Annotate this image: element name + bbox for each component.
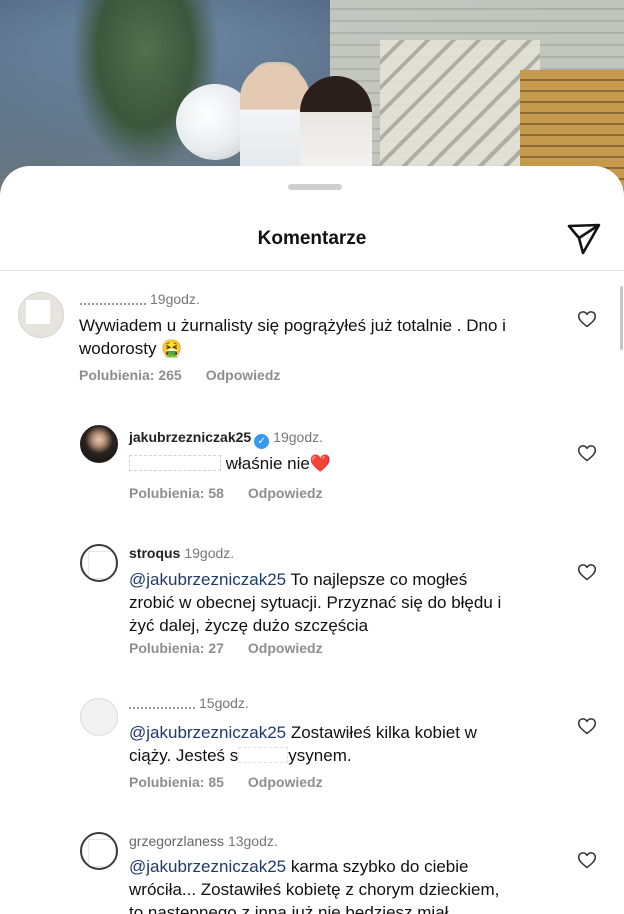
comment-time: 13godz.	[227, 833, 278, 849]
comment-text-line: wróciła... Zostawiłeś kobietę z chorym d…	[129, 880, 500, 899]
mention-link[interactable]: @jakubrzezniczak25	[129, 570, 286, 589]
comment-text-line: żyć dalej, życzę dużo szczęścia	[129, 616, 369, 635]
likes-count[interactable]: Polubienia: 265	[79, 367, 182, 383]
reply-button[interactable]: Odpowiedz	[206, 367, 281, 383]
comment-text-line: Zostawiłeś kilka kobiet w	[290, 723, 477, 742]
comment-username[interactable]: stroqus	[129, 545, 180, 561]
avatar[interactable]	[80, 832, 118, 870]
redacted-mention[interactable]	[129, 455, 221, 471]
comment-time: 19godz.	[184, 545, 235, 561]
redacted-username[interactable]	[129, 699, 195, 710]
comment-time: 19godz.	[150, 291, 200, 307]
comment-text-line: ciąży. Jesteś s	[129, 746, 239, 765]
avatar[interactable]	[80, 425, 118, 463]
heart-emoji: ❤️	[309, 454, 332, 473]
reply-button[interactable]: Odpowiedz	[248, 485, 323, 501]
comment-text-line: To najlepsze co mogłeś	[290, 570, 468, 589]
comment-username[interactable]: grzegorzlaness	[129, 833, 224, 849]
scrollbar[interactable]	[620, 286, 623, 350]
redacted-word	[238, 747, 289, 763]
sheet-drag-handle[interactable]	[288, 184, 342, 190]
comment-text-line: karma szybko do ciebie	[290, 857, 469, 876]
verified-badge-icon: ✓	[254, 434, 270, 449]
redacted-username[interactable]	[80, 295, 146, 306]
comment-time: 19godz.	[273, 429, 323, 445]
avatar[interactable]	[80, 544, 118, 582]
comment-time: 15godz.	[199, 695, 249, 711]
comment-text-line: to następnego z inną już nie będziesz mi…	[129, 903, 449, 914]
reply-button[interactable]: Odpowiedz	[248, 640, 323, 656]
avatar[interactable]	[80, 698, 118, 736]
heart-icon[interactable]	[577, 850, 597, 870]
comment-text-line: ysynem.	[288, 746, 352, 765]
comment-text-line: zrobić w obecnej sytuacji. Przyznać się …	[129, 593, 502, 612]
vomit-emoji: 🤮	[161, 339, 183, 358]
share-icon[interactable]	[566, 220, 602, 256]
likes-count[interactable]: Polubienia: 58	[129, 485, 224, 501]
heart-icon[interactable]	[577, 443, 597, 463]
comments-sheet: Komentarze 19godz. Wywiadem u żurnalisty…	[0, 166, 624, 914]
comment-username[interactable]: jakubrzezniczak25	[129, 429, 251, 445]
heart-icon[interactable]	[577, 716, 597, 736]
likes-count[interactable]: Polubienia: 27	[129, 640, 224, 656]
comment-text: Wywiadem u żurnalisty się pogrążyłeś już…	[79, 316, 506, 358]
mention-link[interactable]: @jakubrzezniczak25	[129, 857, 286, 876]
likes-count[interactable]: Polubienia: 85	[129, 774, 224, 790]
heart-icon[interactable]	[577, 309, 597, 329]
avatar[interactable]	[18, 292, 64, 338]
comment-text: właśnie nie	[225, 454, 310, 473]
heart-icon[interactable]	[577, 562, 597, 582]
header-divider	[0, 270, 624, 271]
mention-link[interactable]: @jakubrzezniczak25	[129, 723, 286, 742]
reply-button[interactable]: Odpowiedz	[248, 774, 323, 790]
sheet-title: Komentarze	[257, 228, 367, 249]
